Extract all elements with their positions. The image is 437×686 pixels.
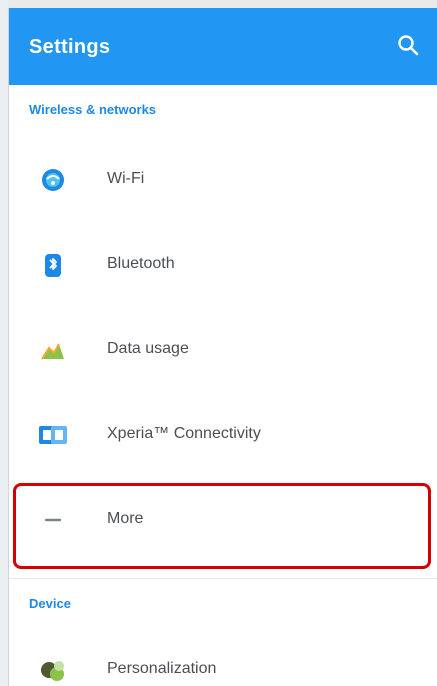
page-title: Settings: [29, 36, 111, 58]
bluetooth-icon: [45, 254, 61, 277]
section-divider: [9, 578, 437, 579]
setting-item-label: Wi-Fi: [107, 170, 145, 187]
section-header-device: Device: [29, 596, 71, 611]
highlight-frame: [13, 483, 431, 569]
settings-screen: Settings Wireless & networks Wi-Fi Bluet…: [8, 8, 437, 686]
screen-frame-left: [0, 0, 8, 686]
setting-item-personalization[interactable]: Personalization: [9, 628, 437, 686]
setting-item-data-usage[interactable]: Data usage: [9, 308, 437, 393]
setting-item-bluetooth[interactable]: Bluetooth: [9, 223, 437, 308]
personalization-icon: [41, 661, 64, 681]
setting-item-label: Personalization: [107, 660, 217, 677]
setting-item-label: Bluetooth: [107, 255, 175, 272]
setting-item-xperia-connectivity[interactable]: Xperia™ Connectivity: [9, 393, 437, 478]
section-header-wireless: Wireless & networks: [29, 102, 157, 117]
xperia-connectivity-icon: [39, 426, 67, 444]
app-bar: Settings: [9, 8, 437, 85]
data-usage-icon: [41, 343, 64, 360]
setting-item-label: Xperia™ Connectivity: [107, 425, 261, 442]
setting-item-wifi[interactable]: Wi-Fi: [9, 138, 437, 223]
setting-item-label: Data usage: [107, 340, 189, 357]
search-icon[interactable]: [396, 33, 420, 57]
wifi-icon: [42, 169, 64, 191]
